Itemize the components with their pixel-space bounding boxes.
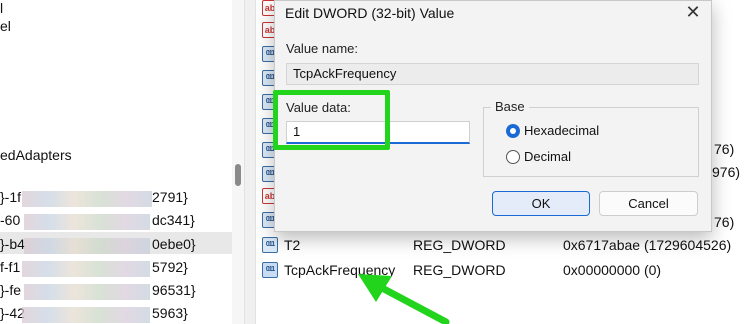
redacted-guid: [24, 284, 150, 300]
hexadecimal-radio[interactable]: [506, 124, 520, 138]
tree-scrollbar-thumb[interactable]: [235, 164, 241, 186]
dword-value-icon: 011: [262, 262, 278, 278]
pane-splitter[interactable]: [244, 0, 256, 324]
tree-item-prefix[interactable]: f-f1: [0, 259, 20, 275]
value-data-partial: 76): [714, 141, 735, 157]
tree-item-prefix[interactable]: }-fe: [0, 282, 21, 298]
registry-tree-pane[interactable]: l el edAdapters }-1f 2791} -60 dc341} }-…: [0, 0, 232, 324]
tree-item-prefix[interactable]: -60: [0, 212, 20, 228]
tree-fragment: el: [0, 18, 11, 34]
tree-item-suffix: 2791}: [152, 189, 188, 205]
redacted-guid: [22, 191, 152, 207]
tree-item-adapters[interactable]: edAdapters: [0, 147, 72, 163]
annotation-arrow-icon: [358, 274, 450, 324]
tree-item-suffix: 96531}: [152, 282, 196, 298]
decimal-radio[interactable]: [506, 150, 520, 164]
tree-item-suffix: 5792}: [152, 259, 188, 275]
value-type: REG_DWORD: [413, 237, 506, 253]
decimal-radio-label[interactable]: Decimal: [524, 149, 571, 164]
hexadecimal-radio-label[interactable]: Hexadecimal: [524, 123, 599, 138]
tree-item-prefix[interactable]: }-1f: [0, 189, 21, 205]
redacted-guid: [22, 261, 150, 277]
tree-fragment: l: [0, 0, 4, 16]
value-name-label: Value name:: [286, 41, 359, 56]
base-group: [483, 107, 699, 177]
tree-item-suffix: dc341}: [152, 212, 195, 228]
tree-item-suffix: 0ebe0}: [152, 236, 196, 252]
tree-item-suffix: 5963}: [152, 305, 188, 321]
close-icon[interactable]: ✕: [679, 1, 707, 27]
dword-value-icon: 011: [262, 237, 278, 253]
tree-item-prefix[interactable]: }-b4: [0, 236, 25, 252]
ok-button[interactable]: OK: [492, 191, 590, 216]
base-group-label: Base: [491, 99, 529, 114]
value-data: 0x6717abae (1729604526): [563, 237, 732, 253]
highlight-box: [273, 90, 390, 150]
cancel-button[interactable]: Cancel: [599, 191, 698, 216]
value-name[interactable]: T2: [284, 237, 300, 253]
redacted-guid: [24, 238, 150, 254]
value-data-partial: 76): [714, 214, 735, 230]
value-name-field: TcpAckFrequency: [286, 63, 699, 85]
value-data-partial: 976): [712, 164, 741, 180]
tree-scrollbar[interactable]: [232, 0, 244, 324]
dialog-title: Edit DWORD (32-bit) Value: [285, 5, 455, 21]
redacted-guid: [24, 214, 150, 230]
redacted-guid: [22, 307, 150, 323]
value-data: 0x00000000 (0): [563, 262, 662, 278]
